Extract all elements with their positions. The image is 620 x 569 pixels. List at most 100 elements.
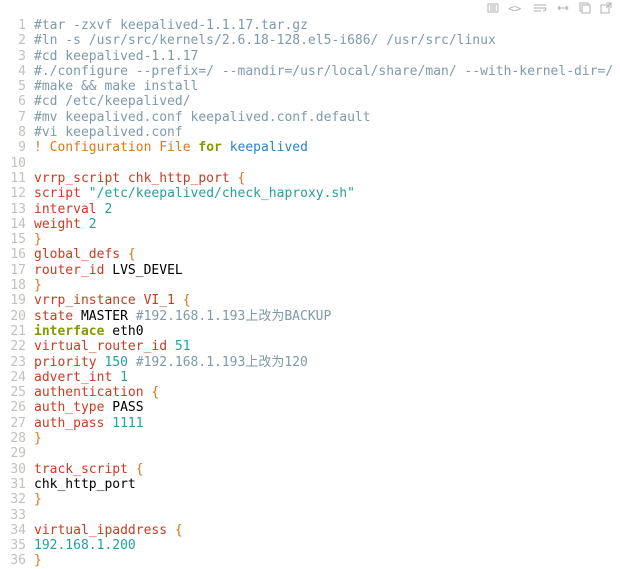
line-number: 28 bbox=[0, 431, 26, 446]
code-line: state MASTER #192.168.1.193上改为BACKUP bbox=[34, 309, 620, 324]
line-number: 30 bbox=[0, 462, 26, 477]
code-token: interval bbox=[34, 202, 104, 217]
popup-icon[interactable] bbox=[600, 2, 612, 14]
line-number: 10 bbox=[0, 156, 26, 171]
code-token: auth_type bbox=[34, 400, 112, 415]
code-token: { bbox=[128, 247, 136, 262]
code-line: } bbox=[34, 232, 620, 247]
line-number: 33 bbox=[0, 508, 26, 523]
line-number: 25 bbox=[0, 385, 26, 400]
code-line: script "/etc/keepalived/check_haproxy.sh… bbox=[34, 186, 620, 201]
code-line: ! Configuration File for keepalived bbox=[34, 140, 620, 155]
code-line: router_id LVS_DEVEL bbox=[34, 263, 620, 278]
code-line: #vi keepalived.conf bbox=[34, 125, 620, 140]
code-token: track_script bbox=[34, 462, 136, 477]
code-token: 1 bbox=[120, 370, 128, 385]
code-line: #./configure --prefix=/ --mandir=/usr/lo… bbox=[34, 64, 620, 79]
wrap-icon[interactable] bbox=[533, 3, 547, 13]
code-token: MASTER bbox=[81, 309, 136, 324]
line-number: 16 bbox=[0, 247, 26, 262]
code-token: #tar -zxvf keepalived-1.1.17.tar.gz bbox=[34, 18, 308, 33]
line-number-gutter: 1234567891011121314151617181920212223242… bbox=[0, 18, 30, 569]
code-token: vrrp_instance VI_1 bbox=[34, 293, 183, 308]
code-token: { bbox=[136, 462, 144, 477]
code-brackets-icon[interactable]: <> bbox=[508, 3, 524, 13]
code-line bbox=[34, 508, 620, 523]
code-token: { bbox=[175, 523, 183, 538]
code-token: 192.168.1.200 bbox=[34, 538, 136, 553]
line-number: 27 bbox=[0, 416, 26, 431]
line-number: 17 bbox=[0, 263, 26, 278]
line-number: 14 bbox=[0, 217, 26, 232]
line-number: 23 bbox=[0, 355, 26, 370]
code-token bbox=[222, 140, 230, 155]
code-line: } bbox=[34, 278, 620, 293]
line-number: 35 bbox=[0, 538, 26, 553]
code-line: chk_http_port bbox=[34, 477, 620, 492]
line-number: 32 bbox=[0, 492, 26, 507]
code-line: virtual_ipaddress { bbox=[34, 523, 620, 538]
code-line: vrrp_instance VI_1 { bbox=[34, 293, 620, 308]
code-line bbox=[34, 446, 620, 461]
code-line: #mv keepalived.conf keepalived.conf.defa… bbox=[34, 110, 620, 125]
svg-text:<>: <> bbox=[508, 3, 522, 13]
code-line: } bbox=[34, 492, 620, 507]
code-token: keepalived bbox=[230, 140, 308, 155]
code-token: authentication bbox=[34, 385, 151, 400]
code-token: #./configure --prefix=/ --mandir=/usr/lo… bbox=[34, 64, 613, 79]
code-token: for bbox=[198, 140, 221, 155]
code-token: 1111 bbox=[112, 416, 143, 431]
code-token: { bbox=[151, 385, 159, 400]
code-token: #192.168.1.193上改为BACKUP bbox=[136, 309, 332, 324]
code-editor: 1234567891011121314151617181920212223242… bbox=[0, 14, 620, 569]
code-token: #cd /etc/keepalived/ bbox=[34, 94, 191, 109]
line-number: 22 bbox=[0, 339, 26, 354]
line-number: 6 bbox=[0, 94, 26, 109]
line-number: 18 bbox=[0, 278, 26, 293]
code-token: #192.168.1.193上改为120 bbox=[136, 355, 308, 370]
code-token: global_defs bbox=[34, 247, 128, 262]
code-token: advert_int bbox=[34, 370, 120, 385]
expand-horizontal-icon[interactable] bbox=[556, 3, 570, 13]
code-token: interface bbox=[34, 324, 104, 339]
line-number: 20 bbox=[0, 309, 26, 324]
code-token: virtual_ipaddress bbox=[34, 523, 175, 538]
code-token: state bbox=[34, 309, 81, 324]
line-number: 7 bbox=[0, 110, 26, 125]
code-line: vrrp_script chk_http_port { bbox=[34, 171, 620, 186]
line-number: 9 bbox=[0, 140, 26, 155]
line-number: 36 bbox=[0, 553, 26, 568]
code-token: eth0 bbox=[112, 324, 143, 339]
line-number: 26 bbox=[0, 400, 26, 415]
line-number: 15 bbox=[0, 232, 26, 247]
code-line bbox=[34, 156, 620, 171]
code-token: } bbox=[34, 431, 42, 446]
code-token: #make && make install bbox=[34, 79, 198, 94]
code-line: authentication { bbox=[34, 385, 620, 400]
code-token: } bbox=[34, 232, 42, 247]
code-line: #ln -s /usr/src/kernels/2.6.18-128.el5-i… bbox=[34, 33, 620, 48]
code-token: LVS_DEVEL bbox=[112, 263, 182, 278]
code-token: 2 bbox=[89, 217, 97, 232]
code-token: 150 bbox=[104, 355, 127, 370]
line-number: 21 bbox=[0, 324, 26, 339]
code-token: "/etc/keepalived/check_haproxy.sh" bbox=[89, 186, 355, 201]
line-number: 13 bbox=[0, 202, 26, 217]
code-token: vrrp_script chk_http_port bbox=[34, 171, 238, 186]
line-number: 24 bbox=[0, 370, 26, 385]
copy-icon[interactable] bbox=[579, 2, 591, 14]
toggle-plain-icon[interactable] bbox=[487, 3, 499, 13]
code-line: #cd /etc/keepalived/ bbox=[34, 94, 620, 109]
code-token bbox=[128, 355, 136, 370]
code-token: } bbox=[34, 553, 42, 568]
code-line: auth_type PASS bbox=[34, 400, 620, 415]
code-line: interval 2 bbox=[34, 202, 620, 217]
code-token: chk_http_port bbox=[34, 477, 136, 492]
code-content: #tar -zxvf keepalived-1.1.17.tar.gz#ln -… bbox=[30, 18, 620, 569]
code-line: virtual_router_id 51 bbox=[34, 339, 620, 354]
line-number: 19 bbox=[0, 293, 26, 308]
line-number: 1 bbox=[0, 18, 26, 33]
code-line: global_defs { bbox=[34, 247, 620, 262]
code-line: } bbox=[34, 553, 620, 568]
code-toolbar: <> bbox=[0, 0, 620, 14]
